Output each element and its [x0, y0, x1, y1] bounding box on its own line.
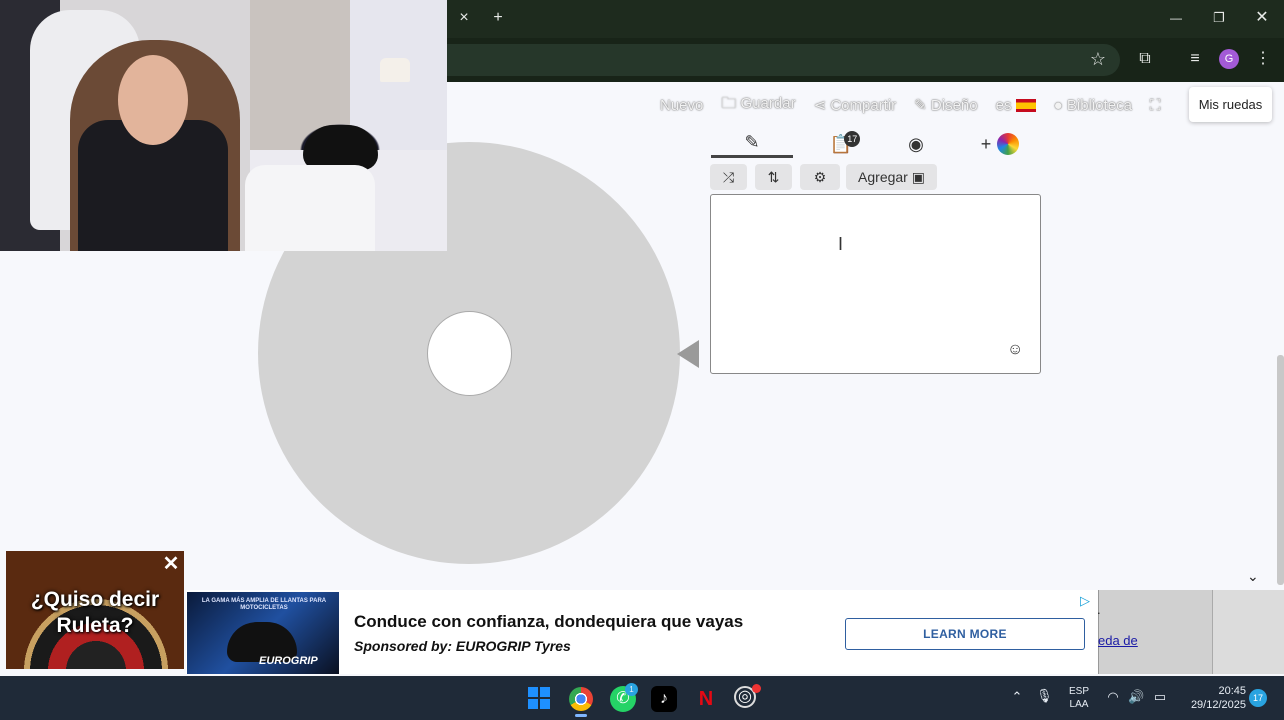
- clock-time: 20:45: [1218, 685, 1246, 697]
- nuevo-button[interactable]: Nuevo: [660, 97, 703, 114]
- microphone-icon[interactable]: 🎙: [1036, 689, 1053, 702]
- roulette-ad-close-icon[interactable]: ✕: [160, 553, 182, 575]
- side-text-dot: .: [1097, 602, 1101, 617]
- language-indicator[interactable]: ESP LAA: [1064, 685, 1094, 711]
- banner-headline: Conduce con confianza, dondequiera que v…: [354, 612, 744, 631]
- adchoices-icon[interactable]: ▷: [1080, 593, 1096, 609]
- tab-edit[interactable]: ✎: [711, 130, 793, 158]
- maximize-button[interactable]: ❐: [1208, 8, 1230, 30]
- diseno-label: Diseño: [930, 97, 978, 114]
- image-icon: ▣: [911, 168, 925, 185]
- tab-add-color[interactable]: +: [965, 130, 1035, 158]
- eye-off-icon: ◉: [908, 133, 924, 154]
- media-control-icon[interactable]: ≡: [1184, 49, 1206, 71]
- ai-settings-button[interactable]: ⚙: [800, 164, 840, 190]
- compartir-label: Compartir: [830, 97, 897, 114]
- banner-sponsor: Sponsored by: EUROGRIP Tyres: [354, 638, 571, 654]
- extensions-icon[interactable]: ⧉: [1134, 49, 1156, 71]
- taskbar-clock[interactable]: 20:45 29/12/2025: [1176, 684, 1246, 712]
- wheel-center[interactable]: [427, 311, 512, 396]
- entries-count-badge: 17: [844, 130, 861, 147]
- chevron-up-icon[interactable]: ⌃: [1010, 690, 1024, 703]
- netflix-icon[interactable]: N: [693, 686, 719, 712]
- battery-icon[interactable]: ▭: [1152, 690, 1168, 703]
- windows-start-icon[interactable]: [528, 687, 550, 709]
- webcam-person-face: [118, 55, 188, 145]
- clipboard-icon: 📋 17: [830, 130, 861, 155]
- language-button[interactable]: es: [996, 97, 1036, 114]
- gear-icon: ⚙: [813, 168, 827, 185]
- emoji-icon[interactable]: ☺: [1007, 341, 1023, 359]
- roulette-ad[interactable]: ¿Quiso decir Ruleta?: [6, 551, 184, 669]
- diseno-button[interactable]: ✎ Diseño: [914, 96, 977, 114]
- sort-icon: ⇅: [767, 168, 780, 185]
- new-tab-button[interactable]: +: [487, 8, 509, 30]
- entries-textarea[interactable]: [710, 194, 1041, 374]
- chevron-down-icon[interactable]: ⌄: [1247, 568, 1259, 585]
- plus-icon: +: [980, 133, 992, 154]
- shuffle-button[interactable]: ⤮: [710, 164, 747, 190]
- wifi-icon[interactable]: ◠: [1105, 690, 1121, 703]
- language-top: ESP: [1068, 686, 1089, 697]
- guardar-label: Guardar: [740, 94, 796, 112]
- banner-ad-image[interactable]: LA GAMA MÁS AMPLIA DE LLANTAS PARA MOTOC…: [187, 592, 339, 674]
- recording-dot-icon: [752, 684, 761, 693]
- language-label: es: [995, 96, 1012, 114]
- biblioteca-label: Biblioteca: [1066, 96, 1132, 114]
- volume-icon[interactable]: 🔊: [1128, 690, 1144, 703]
- clock-date: 29/12/2025: [1190, 699, 1246, 711]
- profile-avatar[interactable]: G: [1219, 49, 1239, 69]
- banner-image-text: LA GAMA MÁS AMPLIA DE LLANTAS PARA MOTOC…: [201, 598, 327, 611]
- browser-menu-icon[interactable]: ⋮: [1252, 49, 1274, 71]
- notification-badge[interactable]: 17: [1249, 689, 1267, 707]
- tiktok-icon[interactable]: ♪: [651, 686, 677, 712]
- chrome-active-indicator: [575, 714, 587, 717]
- biblioteca-button[interactable]: ● Biblioteca: [1054, 97, 1132, 114]
- spain-flag-icon: [1015, 99, 1036, 113]
- bookmark-star-icon[interactable]: ☆: [1087, 49, 1109, 71]
- webcam-lamp: [380, 58, 410, 82]
- guardar-button[interactable]: 🗀 Guardar: [721, 93, 795, 118]
- learn-more-button[interactable]: LEARN MORE: [845, 618, 1085, 650]
- compartir-button[interactable]: ⋖ Compartir: [814, 96, 897, 114]
- address-bar[interactable]: [440, 44, 1120, 76]
- banner-brand-logo: EUROGRIP: [259, 655, 318, 667]
- sort-button[interactable]: ⇅: [755, 164, 792, 190]
- site-top-nav: Nuevo 🗀 Guardar ⋖ Compartir ✎ Diseño es …: [660, 94, 1160, 116]
- page-scrollbar[interactable]: [1277, 355, 1284, 585]
- webcam-pillow: [303, 125, 378, 170]
- tab-hidden[interactable]: ◉: [875, 130, 957, 158]
- webcam-overlay: [0, 0, 447, 251]
- tab-entries[interactable]: 📋 17: [800, 130, 882, 158]
- mis-ruedas-button[interactable]: Mis ruedas: [1189, 87, 1272, 122]
- tab-close-icon[interactable]: ×: [453, 8, 475, 30]
- whatsapp-badge: 1: [625, 683, 638, 696]
- add-image-button[interactable]: Agregar ▣: [846, 164, 937, 190]
- window-close-button[interactable]: ✕: [1251, 8, 1273, 30]
- color-wheel-icon: [997, 133, 1020, 155]
- minimize-button[interactable]: —: [1165, 8, 1187, 30]
- wheel-pointer-icon: [677, 340, 699, 368]
- shuffle-icon: ⤮: [722, 168, 735, 185]
- side-panel-right: [1212, 590, 1284, 674]
- language-bottom: LAA: [1069, 699, 1089, 710]
- webcam-seat: [245, 165, 375, 251]
- add-label: Agregar: [858, 169, 908, 185]
- fullscreen-icon[interactable]: ⛶: [1150, 97, 1161, 114]
- roulette-ad-text: ¿Quiso decir Ruleta?: [30, 588, 160, 637]
- chrome-icon[interactable]: [569, 687, 593, 711]
- pencil-icon: ✎: [744, 132, 760, 152]
- side-link[interactable]: eda de: [1098, 633, 1138, 648]
- text-cursor-icon: I: [838, 234, 844, 254]
